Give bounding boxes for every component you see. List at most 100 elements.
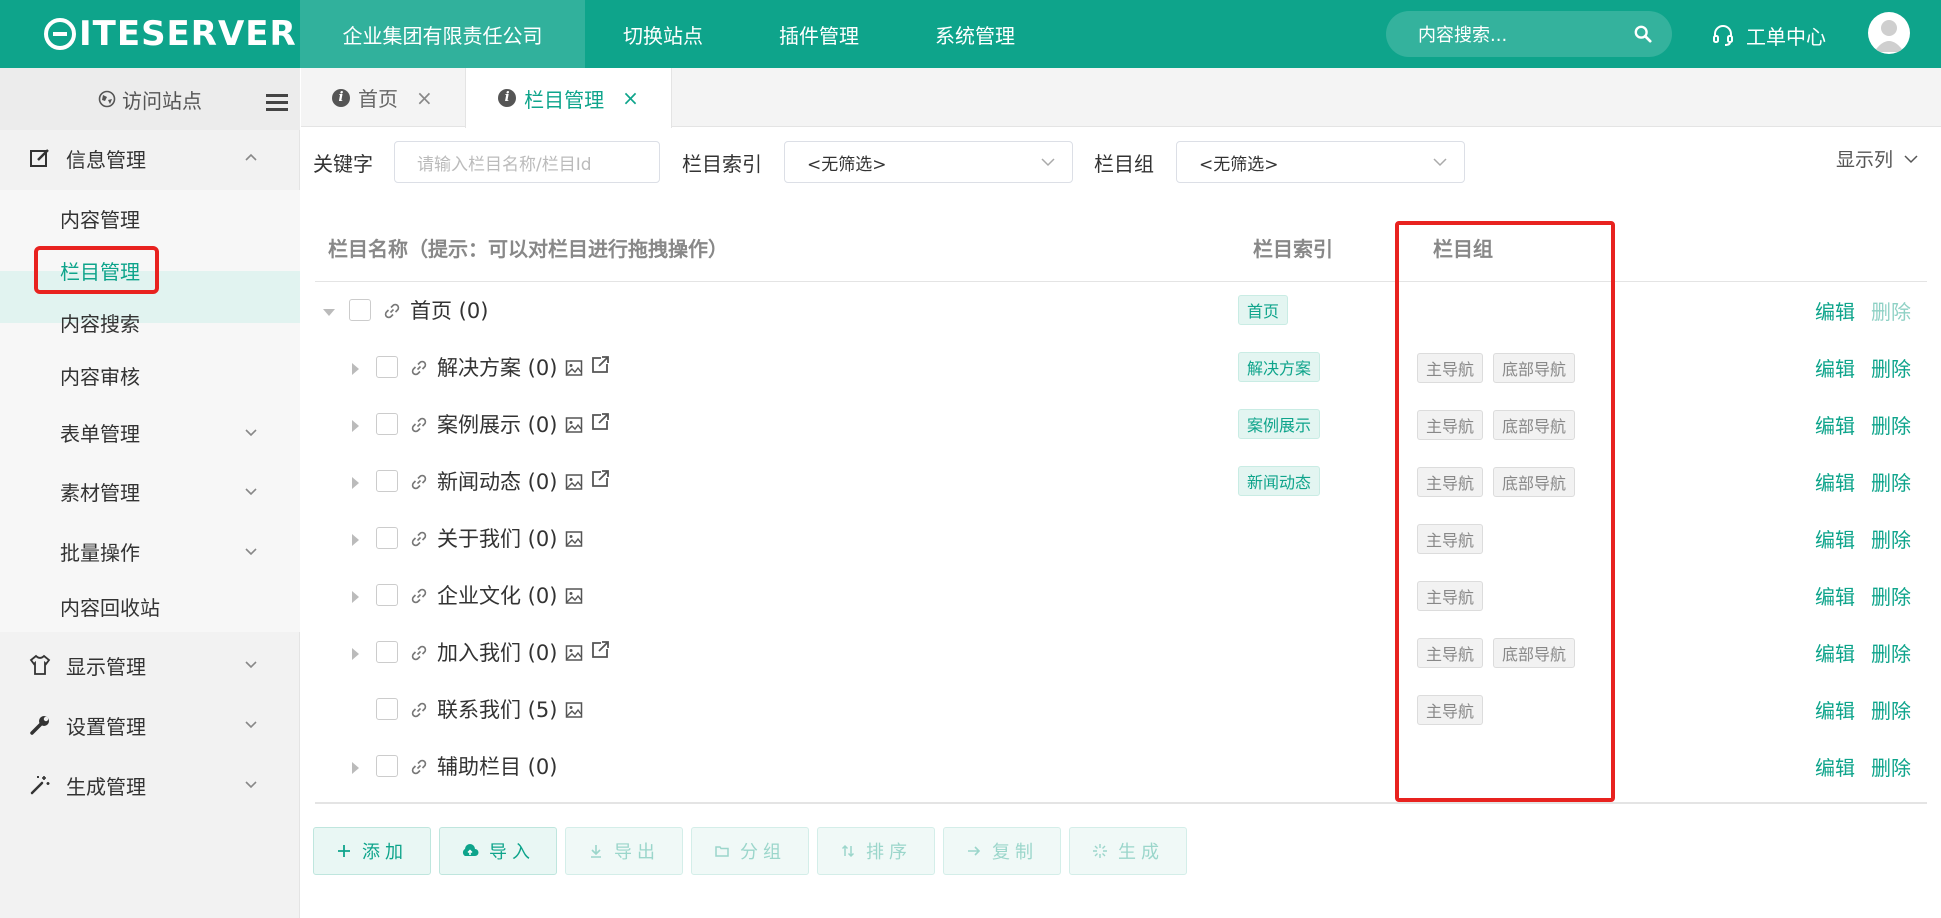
channel-name[interactable]: 关于我们 (0): [437, 523, 557, 553]
caret-right-icon[interactable]: [352, 648, 359, 660]
sidebar-item-content[interactable]: 内容管理: [60, 198, 140, 238]
tab-bar: i 首页 × i 栏目管理 ×: [301, 68, 1941, 128]
external-link-icon[interactable]: [589, 411, 611, 433]
menu-group-display[interactable]: 显示管理: [0, 637, 300, 693]
nav-system[interactable]: 系统管理: [897, 0, 1053, 68]
row-checkbox[interactable]: [376, 755, 398, 777]
sidebar-item-recycle[interactable]: 内容回收站: [60, 586, 160, 626]
caret-right-icon[interactable]: [352, 762, 359, 774]
row-checkbox[interactable]: [376, 413, 398, 435]
nav-site-name[interactable]: 企业集团有限责任公司: [300, 0, 585, 68]
keyword-input[interactable]: 请输入栏目名称/栏目Id: [394, 141, 660, 183]
table-row[interactable]: 企业文化 (0) 主导航 编辑 删除: [315, 569, 1927, 626]
table-row[interactable]: 辅助栏目 (0) 编辑 删除: [315, 740, 1927, 797]
edit-link[interactable]: 编辑: [1815, 580, 1855, 610]
close-icon[interactable]: ×: [416, 86, 433, 110]
search-input[interactable]: 内容搜索...: [1386, 11, 1672, 57]
row-checkbox[interactable]: [349, 299, 371, 321]
edit-link[interactable]: 编辑: [1815, 637, 1855, 667]
table-row[interactable]: 加入我们 (0) 主导航 底部导航 编辑 删除: [315, 626, 1927, 683]
search-placeholder: 内容搜索...: [1418, 25, 1508, 46]
nav-plugins[interactable]: 插件管理: [741, 0, 897, 68]
row-checkbox[interactable]: [376, 584, 398, 606]
edit-link[interactable]: 编辑: [1815, 523, 1855, 553]
channel-name[interactable]: 解决方案 (0): [437, 352, 557, 382]
channel-name[interactable]: 首页 (0): [410, 295, 488, 325]
external-link-icon[interactable]: [589, 468, 611, 490]
edit-link[interactable]: 编辑: [1815, 409, 1855, 439]
row-checkbox[interactable]: [376, 641, 398, 663]
delete-link[interactable]: 删除: [1871, 352, 1911, 382]
sidebar-item-audit[interactable]: 内容审核: [60, 355, 140, 395]
delete-link[interactable]: 删除: [1871, 466, 1911, 496]
visit-site-button[interactable]: 访问站点: [0, 68, 300, 130]
row-checkbox[interactable]: [376, 356, 398, 378]
channel-name[interactable]: 案例展示 (0): [437, 409, 557, 439]
channel-name[interactable]: 联系我们 (5): [437, 694, 557, 724]
edit-link[interactable]: 编辑: [1815, 352, 1855, 382]
edit-link[interactable]: 编辑: [1815, 751, 1855, 781]
edit-link[interactable]: 编辑: [1815, 694, 1855, 724]
add-button[interactable]: 添加: [313, 827, 431, 875]
edit-link[interactable]: 编辑: [1815, 466, 1855, 496]
table-row[interactable]: 关于我们 (0) 主导航 编辑 删除: [315, 512, 1927, 569]
menu-toggle-icon[interactable]: [266, 94, 288, 112]
group-button[interactable]: 分组: [691, 827, 809, 875]
sidebar-item-batch[interactable]: 批量操作: [60, 531, 140, 571]
delete-link[interactable]: 删除: [1871, 523, 1911, 553]
channel-group-select[interactable]: <无筛选>: [1176, 141, 1465, 183]
delete-link[interactable]: 删除: [1871, 409, 1911, 439]
sidebar-item-form[interactable]: 表单管理: [60, 412, 140, 452]
table-row[interactable]: 首页 (0) 首页 编辑 删除: [315, 284, 1927, 341]
table-row[interactable]: 案例展示 (0) 案例展示 主导航 底部导航 编辑 删除: [315, 398, 1927, 455]
nav-switch-site[interactable]: 切换站点: [585, 0, 741, 68]
row-checkbox[interactable]: [376, 470, 398, 492]
caret-right-icon[interactable]: [352, 534, 359, 546]
close-icon[interactable]: ×: [622, 86, 639, 110]
top-bar: ITESERVER 企业集团有限责任公司 切换站点 插件管理 系统管理 内容搜索…: [0, 0, 1941, 68]
channel-name[interactable]: 新闻动态 (0): [437, 466, 557, 496]
siteserver-logo[interactable]: ITESERVER: [44, 12, 297, 56]
menu-group-generate[interactable]: 生成管理: [0, 757, 300, 813]
sort-button[interactable]: 排序: [817, 827, 935, 875]
caret-right-icon[interactable]: [352, 363, 359, 375]
channel-name[interactable]: 企业文化 (0): [437, 580, 557, 610]
workorder-link[interactable]: 工单中心: [1712, 20, 1826, 50]
copy-button[interactable]: 复制: [943, 827, 1061, 875]
tab-home[interactable]: i 首页 ×: [332, 68, 433, 127]
chevron-up-icon: [245, 153, 257, 161]
caret-down-icon[interactable]: [323, 309, 335, 316]
row-checkbox[interactable]: [376, 527, 398, 549]
channel-name[interactable]: 辅助栏目 (0): [437, 751, 557, 781]
row-checkbox[interactable]: [376, 698, 398, 720]
search-icon[interactable]: [1634, 25, 1652, 43]
import-button[interactable]: 导入: [439, 827, 557, 875]
delete-link[interactable]: 删除: [1871, 580, 1911, 610]
channel-name[interactable]: 加入我们 (0): [437, 637, 557, 667]
table-row[interactable]: 解决方案 (0) 解决方案 主导航 底部导航 编辑 删除: [315, 341, 1927, 398]
channel-index-select[interactable]: <无筛选>: [784, 141, 1073, 183]
delete-link[interactable]: 删除: [1871, 751, 1911, 781]
menu-group-settings[interactable]: 设置管理: [0, 697, 300, 753]
generate-button[interactable]: 生成: [1069, 827, 1187, 875]
table-row[interactable]: 联系我们 (5) 主导航 编辑 删除: [315, 683, 1927, 740]
edit-link[interactable]: 编辑: [1815, 295, 1855, 325]
sidebar-item-material[interactable]: 素材管理: [60, 471, 140, 511]
channel-index-tag: 新闻动态: [1238, 466, 1321, 496]
table-row[interactable]: 新闻动态 (0) 新闻动态 主导航 底部导航 编辑 删除: [315, 455, 1927, 512]
menu-group-info[interactable]: 信息管理: [0, 130, 300, 186]
user-avatar[interactable]: [1868, 12, 1910, 54]
visit-site-label: 访问站点: [122, 88, 202, 113]
column-header-index: 栏目索引: [1253, 236, 1333, 261]
tab-channel[interactable]: i 栏目管理 ×: [465, 68, 672, 128]
caret-right-icon[interactable]: [352, 477, 359, 489]
sidebar-item-search[interactable]: 内容搜索: [60, 302, 140, 342]
external-link-icon[interactable]: [589, 639, 611, 661]
external-link-icon[interactable]: [589, 354, 611, 376]
delete-link[interactable]: 删除: [1871, 694, 1911, 724]
caret-right-icon[interactable]: [352, 591, 359, 603]
show-columns-dropdown[interactable]: 显示列: [1836, 145, 1919, 172]
export-button[interactable]: 导出: [565, 827, 683, 875]
caret-right-icon[interactable]: [352, 420, 359, 432]
delete-link[interactable]: 删除: [1871, 637, 1911, 667]
